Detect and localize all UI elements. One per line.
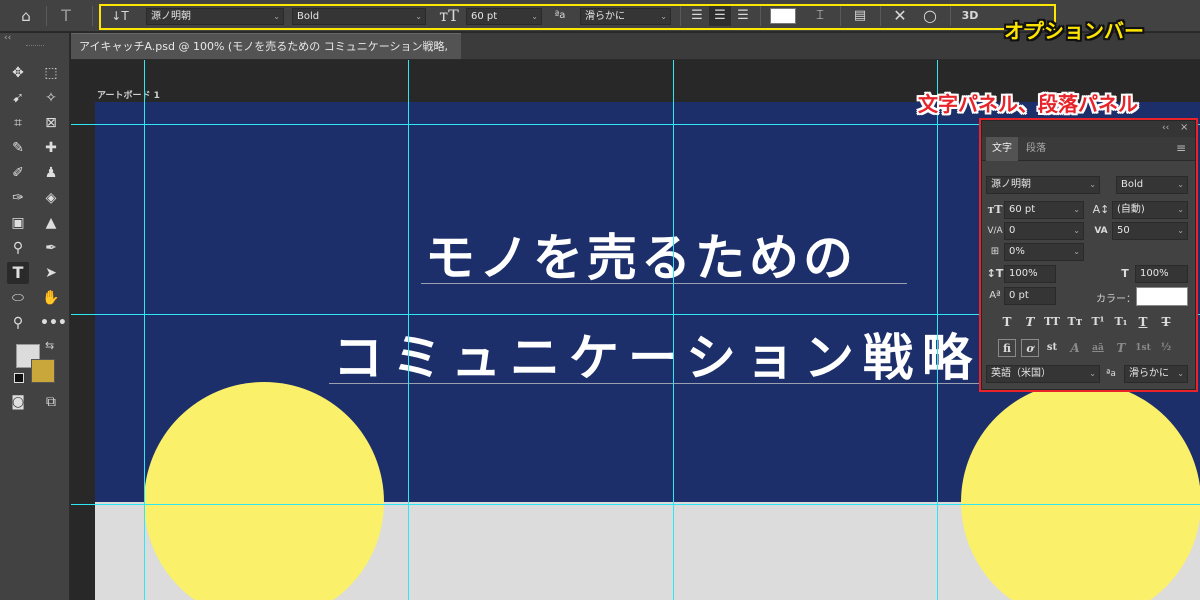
pen-tool-icon[interactable]: ✒ [40,237,62,259]
frame-tool-icon[interactable]: ⊠ [40,112,62,134]
move-tool-icon[interactable]: ✥ [7,62,29,84]
marquee-tool-icon[interactable]: ⬚ [40,62,62,84]
guide-vertical[interactable] [144,60,145,600]
brush-tool-icon[interactable]: ✐ [7,162,29,184]
more-tools-icon[interactable]: ••• [40,312,67,334]
headline-line-2[interactable]: コミュニケーション戦略 [333,328,981,388]
guide-vertical[interactable] [673,60,674,600]
healing-brush-tool-icon[interactable]: ✚ [40,137,62,159]
headline-line-1-baseline [421,283,907,284]
magic-wand-tool-icon[interactable]: ✧ [40,87,62,109]
quick-mask-icon[interactable]: ◙ [7,391,29,413]
type-tool-icon[interactable]: T [7,262,29,284]
panel-highlight [979,118,1198,392]
background-color-swatch[interactable] [31,359,55,383]
guide-horizontal[interactable] [71,504,1200,505]
lasso-tool-icon[interactable]: ➹ [7,87,29,109]
options-bar-highlight [99,4,1056,30]
headline-line-1[interactable]: モノを売るための [425,228,857,288]
yellow-circle-right [961,382,1200,600]
guide-vertical[interactable] [937,60,938,600]
document-tab[interactable]: アイキャッチA.psd @ 100% (モノを売るための コミュニケーション戦略… [71,33,461,79]
headline-line-2-baseline [329,383,989,384]
toolbox-grip[interactable] [26,45,44,47]
history-brush-tool-icon[interactable]: ✑ [7,187,29,209]
swap-colors-icon[interactable]: ⇆ [45,339,54,352]
gradient-tool-icon[interactable]: ▣ [7,212,29,234]
path-selection-tool-icon[interactable]: ➤ [40,262,62,284]
default-colors-icon[interactable] [14,373,24,383]
guide-vertical[interactable] [408,60,409,600]
stamp-tool-icon[interactable]: ♟ [40,162,62,184]
zoom-tool-icon[interactable]: ⚲ [7,312,29,334]
panels-callout: 文字パネル、段落パネル [918,92,1138,116]
toolbox-collapse[interactable]: ‹‹ [4,33,11,43]
shape-tool-icon[interactable]: ⬭ [7,287,29,309]
dodge-tool-icon[interactable]: ⚲ [7,237,29,259]
eyedropper-tool-icon[interactable]: ✎ [7,137,29,159]
toolbox: ‹‹ ✥ ⬚ ➹ ✧ ⌗ ⊠ ✎ ✚ ✐ ♟ ✑ ◈ ▣ ▲ ⚲ ✒ T ➤ ⬭… [0,33,70,600]
artboard-label[interactable]: アートボード 1 [97,88,160,101]
hand-tool-icon[interactable]: ✋ [40,287,62,309]
type-tool-preset-icon[interactable]: T [54,6,78,26]
screen-mode-icon[interactable]: ⧉ [40,391,62,413]
home-icon[interactable]: ⌂ [14,6,38,26]
options-bar-callout: オプションバー [1004,19,1144,43]
eraser-tool-icon[interactable]: ◈ [40,187,62,209]
blur-tool-icon[interactable]: ▲ [40,212,62,234]
crop-tool-icon[interactable]: ⌗ [7,112,29,134]
